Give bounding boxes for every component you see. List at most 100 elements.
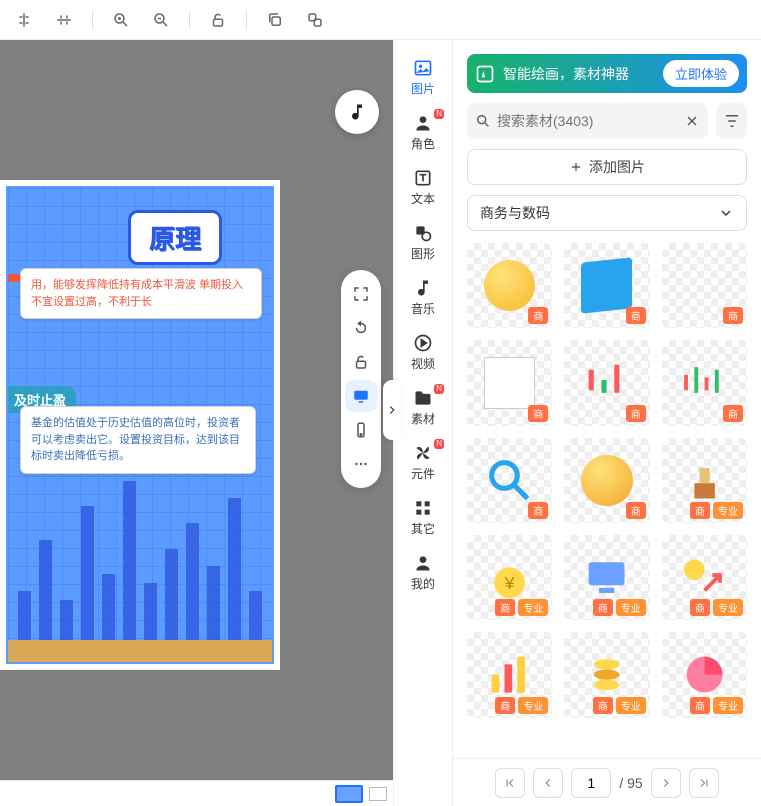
asset-item[interactable]: 商 <box>564 438 649 523</box>
asset-item[interactable]: 商专业 <box>662 632 747 717</box>
page-first-button[interactable] <box>495 768 525 798</box>
asset-item[interactable]: 商 <box>662 340 747 425</box>
asset-item[interactable]: 商专业 <box>662 535 747 620</box>
music-icon <box>413 278 433 298</box>
rail-music[interactable]: 音乐 <box>398 270 448 323</box>
page-next-button[interactable] <box>651 768 681 798</box>
speech-bubble-1[interactable]: 用，能够发挥降低持有成本平滑波 单期投入不宜设置过高，不利于长 <box>20 268 262 319</box>
rail-video[interactable]: 视频 <box>398 325 448 378</box>
folder-icon <box>413 388 433 408</box>
zoom-out-button[interactable] <box>145 4 177 36</box>
rotate-button[interactable] <box>345 312 377 344</box>
canvas-area[interactable]: 原理 用，能够发挥降低持有成本平滑波 单期投入不宜设置过高，不利于长 及时止盈 … <box>0 40 393 806</box>
mobile-preview-button[interactable] <box>345 414 377 446</box>
asset-item[interactable]: ¥ 商专业 <box>467 535 552 620</box>
page-thumbnail[interactable] <box>335 785 363 803</box>
pro-tag: 专业 <box>713 599 743 616</box>
desktop-preview-button[interactable] <box>345 380 377 412</box>
candlestick-icon <box>581 357 632 408</box>
rail-text[interactable]: 文本 <box>398 160 448 213</box>
page-overview-button[interactable] <box>369 787 387 801</box>
biz-tag: 商 <box>690 502 710 519</box>
magnifier-icon <box>484 455 535 506</box>
plus-icon <box>569 160 583 174</box>
rail-mine[interactable]: 我的 <box>398 545 448 598</box>
bar-chart-decoration <box>18 472 262 642</box>
artboard[interactable]: 原理 用，能够发挥降低持有成本平滑波 单期投入不宜设置过高，不利于长 及时止盈 … <box>0 180 280 670</box>
duplicate-button[interactable] <box>299 4 331 36</box>
rail-label: 图形 <box>411 245 435 262</box>
rail-image[interactable]: 图片 <box>398 50 448 103</box>
align-horizontal-button[interactable] <box>48 4 80 36</box>
coin-icon <box>484 260 535 311</box>
asset-item[interactable]: 商 <box>564 340 649 425</box>
divider <box>92 11 93 29</box>
rail-label: 视频 <box>411 355 435 372</box>
shape-icon <box>413 223 433 243</box>
rail-shape[interactable]: 图形 <box>398 215 448 268</box>
floor-band <box>8 640 272 662</box>
clear-icon[interactable] <box>684 113 700 129</box>
lock-toggle-button[interactable] <box>345 346 377 378</box>
add-image-label: 添加图片 <box>589 157 645 177</box>
search-input[interactable] <box>497 113 678 129</box>
asset-item[interactable]: 商专业 <box>564 535 649 620</box>
rail-label: 文本 <box>411 190 435 207</box>
divider <box>246 11 247 29</box>
page-input[interactable] <box>571 768 611 798</box>
floating-tool-stack <box>341 270 381 488</box>
asset-item[interactable]: 商专业 <box>662 438 747 523</box>
biz-tag: 商 <box>528 502 548 519</box>
rail-label: 元件 <box>411 465 435 482</box>
canvas-footer <box>0 780 393 806</box>
category-select[interactable]: 商务与数码 <box>467 195 747 231</box>
bar-chart-icon <box>484 649 535 700</box>
blank-icon <box>679 260 730 311</box>
page-last-button[interactable] <box>689 768 719 798</box>
asset-item[interactable]: 商 <box>662 243 747 328</box>
pro-tag: 专业 <box>713 697 743 714</box>
rail-role[interactable]: N 角色 <box>398 105 448 158</box>
rail-label: 素材 <box>411 410 435 427</box>
pinwheel-icon <box>413 443 433 463</box>
biz-tag: 商 <box>593 599 613 616</box>
asset-item[interactable]: 商 <box>467 438 552 523</box>
artboard-title[interactable]: 原理 <box>128 210 222 265</box>
speech-bubble-2[interactable]: 基金的估值处于历史估值的高位时，投资者可以考虑卖出它。设置投资目标，达到该目标时… <box>20 406 256 474</box>
promo-cta-button[interactable]: 立即体验 <box>663 60 739 87</box>
music-floating-button[interactable] <box>335 90 379 134</box>
asset-item[interactable]: 商 <box>467 340 552 425</box>
pro-tag: 专业 <box>518 599 548 616</box>
biz-tag: 商 <box>495 697 515 714</box>
chevron-down-icon <box>718 205 734 221</box>
top-toolbar <box>0 0 761 40</box>
page-prev-button[interactable] <box>533 768 563 798</box>
search-box[interactable] <box>467 103 708 139</box>
asset-item[interactable]: 商专业 <box>564 632 649 717</box>
align-vertical-button[interactable] <box>8 4 40 36</box>
note-icon <box>581 257 632 314</box>
fullscreen-button[interactable] <box>345 278 377 310</box>
more-tools-button[interactable] <box>345 448 377 480</box>
promo-banner[interactable]: 智能绘画，素材神器 立即体验 <box>467 54 747 93</box>
pro-tag: 专业 <box>518 697 548 714</box>
asset-item[interactable]: 商 <box>564 243 649 328</box>
rail-component[interactable]: N 元件 <box>398 435 448 488</box>
unlock-button[interactable] <box>202 4 234 36</box>
biz-tag: 商 <box>690 599 710 616</box>
copy-button[interactable] <box>259 4 291 36</box>
coins-stack-icon <box>581 649 632 700</box>
asset-item[interactable]: 商 <box>467 243 552 328</box>
text-icon <box>413 168 433 188</box>
filter-button[interactable] <box>716 103 747 139</box>
asset-item[interactable]: 商专业 <box>467 632 552 717</box>
rail-other[interactable]: 其它 <box>398 490 448 543</box>
artboard-background: 原理 用，能够发挥降低持有成本平滑波 单期投入不宜设置过高，不利于长 及时止盈 … <box>6 186 274 664</box>
growth-icon <box>679 552 730 603</box>
zoom-in-button[interactable] <box>105 4 137 36</box>
pie-chart-icon <box>679 649 730 700</box>
add-image-button[interactable]: 添加图片 <box>467 149 747 185</box>
biz-tag: 商 <box>626 405 646 422</box>
asset-panel: 智能绘画，素材神器 立即体验 添加图片 商务与数码 商 <box>453 40 761 806</box>
rail-asset[interactable]: N 素材 <box>398 380 448 433</box>
